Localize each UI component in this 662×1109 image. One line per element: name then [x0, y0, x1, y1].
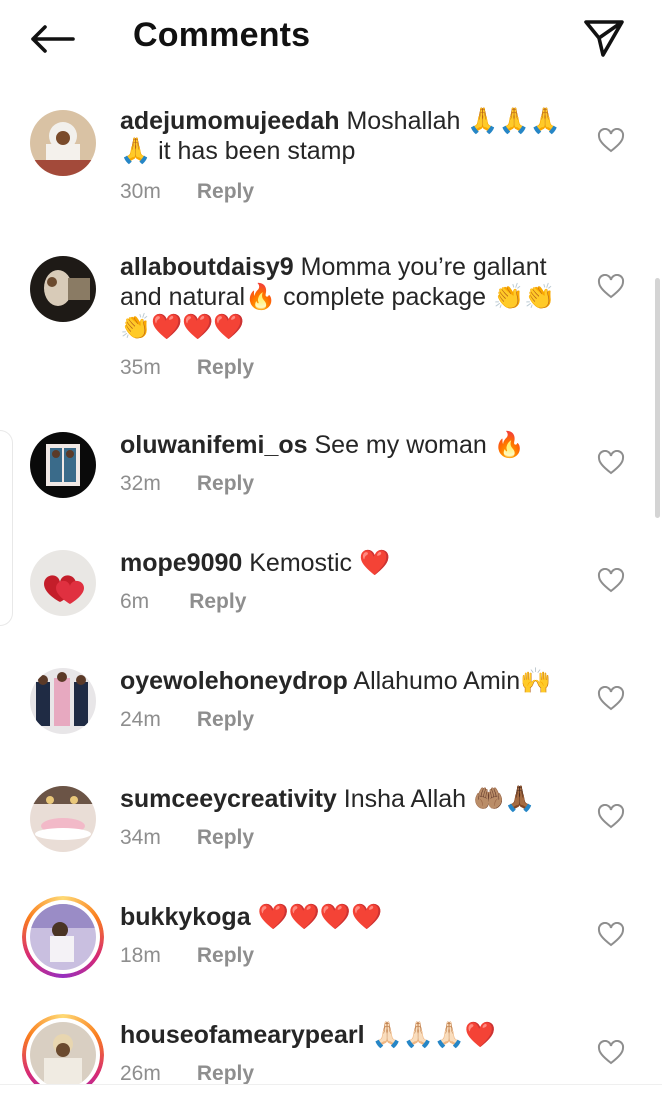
comment-time: 34m — [120, 826, 161, 849]
avatar[interactable] — [30, 550, 96, 616]
heart-icon[interactable] — [597, 1040, 625, 1066]
page-title: Comments — [133, 16, 311, 54]
comment-list: adejumomujeedah Moshallah 🙏🙏🙏🙏 it has be… — [0, 80, 662, 1084]
comment-username[interactable]: oyewolehoneydrop — [120, 667, 348, 695]
comment-time: 18m — [120, 944, 161, 967]
reply-button[interactable]: Reply — [197, 826, 254, 850]
heart-icon[interactable] — [597, 922, 625, 948]
comment-body: Kemostic ❤️ — [249, 549, 391, 577]
comment-meta: 6m Reply — [120, 590, 246, 614]
reply-button[interactable]: Reply — [197, 944, 254, 968]
heart-icon[interactable] — [597, 568, 625, 594]
avatar[interactable] — [30, 668, 96, 734]
avatar[interactable] — [22, 1014, 104, 1084]
comment-body: See my woman 🔥 — [314, 431, 525, 459]
comment-meta: 24m Reply — [120, 708, 254, 732]
comment-time: 24m — [120, 708, 161, 731]
comment-text: houseofamearypearl 🙏🏻🙏🏻🙏🏻❤️ — [120, 1020, 575, 1050]
reply-button[interactable]: Reply — [197, 356, 254, 380]
header-bar: Comments — [0, 0, 662, 80]
heart-icon[interactable] — [597, 686, 625, 712]
avatar[interactable] — [22, 896, 104, 978]
share-button[interactable] — [578, 12, 630, 64]
comment-text: oluwanifemi_os See my woman 🔥 — [120, 430, 575, 460]
comment-meta: 30m Reply — [120, 180, 254, 204]
comment-username[interactable]: mope9090 — [120, 549, 242, 577]
heart-icon[interactable] — [597, 128, 625, 154]
reply-button[interactable]: Reply — [197, 708, 254, 732]
comment-text: sumceeycreativity Insha Allah 🤲🏽🙏🏾 — [120, 784, 575, 814]
comment-meta: 18m Reply — [120, 944, 254, 968]
comment-username[interactable]: sumceeycreativity — [120, 785, 337, 813]
heart-icon[interactable] — [597, 274, 625, 300]
comment-text: bukkykoga ❤️❤️❤️❤️ — [120, 902, 575, 932]
comment-body: Allahumo Amin🙌 — [353, 667, 552, 695]
arrow-left-icon — [31, 25, 75, 53]
comment-text: oyewolehoneydrop Allahumo Amin🙌 — [120, 666, 575, 696]
comment-username[interactable]: bukkykoga — [120, 903, 251, 931]
bottom-bar — [0, 1084, 662, 1109]
reply-button[interactable]: Reply — [197, 180, 254, 204]
comment-text: allaboutdaisy9 Momma you’re gallant and … — [120, 252, 575, 342]
reply-button[interactable]: Reply — [197, 472, 254, 496]
comment-text: adejumomujeedah Moshallah 🙏🙏🙏🙏 it has be… — [120, 106, 575, 166]
paper-plane-icon — [584, 20, 624, 57]
comment-username[interactable]: allaboutdaisy9 — [120, 253, 294, 281]
comment-body: 🙏🏻🙏🏻🙏🏻❤️ — [371, 1021, 497, 1049]
comment-time: 6m — [120, 590, 150, 613]
avatar[interactable] — [30, 256, 96, 322]
comment-username[interactable]: oluwanifemi_os — [120, 431, 308, 459]
avatar[interactable] — [30, 110, 96, 176]
scrollbar[interactable] — [655, 278, 660, 518]
avatar[interactable] — [30, 786, 96, 852]
comment-username[interactable]: houseofamearypearl — [120, 1021, 365, 1049]
comment-meta: 34m Reply — [120, 826, 254, 850]
avatar[interactable] — [30, 432, 96, 498]
comment-username[interactable]: adejumomujeedah — [120, 107, 340, 135]
heart-icon[interactable] — [597, 804, 625, 830]
comment-time: 26m — [120, 1062, 161, 1084]
comment-meta: 35m Reply — [120, 356, 254, 380]
reply-button[interactable]: Reply — [189, 590, 246, 614]
comment-meta: 26m Reply — [120, 1062, 254, 1084]
comment-time: 30m — [120, 180, 161, 203]
comment-body: Insha Allah 🤲🏽🙏🏾 — [343, 785, 536, 813]
back-button[interactable] — [26, 18, 78, 60]
reply-button[interactable]: Reply — [197, 1062, 254, 1084]
comment-time: 32m — [120, 472, 161, 495]
heart-icon[interactable] — [597, 450, 625, 476]
comment-time: 35m — [120, 356, 161, 379]
comment-meta: 32m Reply — [120, 472, 254, 496]
comment-body: ❤️❤️❤️❤️ — [257, 903, 383, 931]
comment-text: mope9090 Kemostic ❤️ — [120, 548, 575, 578]
